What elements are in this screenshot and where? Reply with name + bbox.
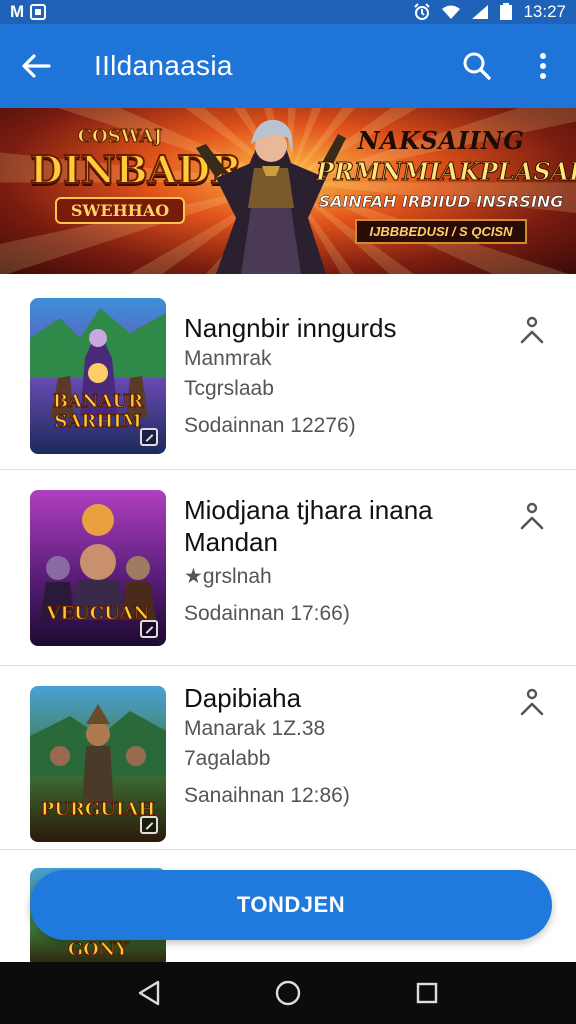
banner-line-2: PRMNMIAKPLASAI! <box>316 157 576 187</box>
system-nav-bar <box>0 962 576 1024</box>
list-item[interactable]: PURGUIAH Dapibiaha Manarak 1Z.38 7agalab… <box>0 666 576 850</box>
logo-main-text: DINBADRA <box>29 146 272 193</box>
nav-back-button[interactable] <box>119 963 179 1023</box>
item-title: Dapibiaha <box>184 683 302 713</box>
logo-top-text: COSWAJ <box>77 126 163 148</box>
list-item[interactable]: BANAUR SARHIM Nangnbir inngurds Manmrak … <box>0 274 576 470</box>
item-text: Miodjana tjhara inana Mandan ★grslnah So… <box>184 494 506 626</box>
game-thumbnail: PURGUIAH <box>30 686 166 842</box>
item-action-button[interactable] <box>516 500 548 540</box>
notification-icon <box>30 4 47 20</box>
nav-recents-icon <box>416 982 437 1004</box>
install-badge-icon <box>140 816 158 834</box>
arrow-left-icon <box>22 54 51 78</box>
game-thumbnail: VEUCUAN <box>30 490 166 646</box>
install-badge-icon <box>140 620 158 638</box>
nav-back-icon <box>139 980 160 1006</box>
app-actions <box>444 24 576 108</box>
thumbnail-title: GONY <box>67 939 129 960</box>
person-caret-icon <box>520 688 544 716</box>
item-subtitle: Manmrak <box>184 347 272 370</box>
search-icon <box>463 52 491 80</box>
search-button[interactable] <box>444 24 510 108</box>
status-left: M <box>10 2 47 22</box>
game-logo: COSWAJ DINBADRA SWEHHAO <box>29 126 272 256</box>
item-text: Nangnbir inngurds Manmrak Tcgrslaab Soda… <box>184 312 506 438</box>
status-time: 13:27 <box>523 2 566 21</box>
item-title: Miodjana tjhara inana <box>184 495 433 525</box>
banner-headline: NAKSAIING PRMNMIAKPLASAI! SAINFAH IRBIIU… <box>316 126 576 244</box>
app-title: IIldanaasia <box>94 50 233 81</box>
item-date: Sodainnan 12276) <box>184 414 356 437</box>
item-category: ★grslnah <box>184 565 272 588</box>
more-options-button[interactable] <box>510 24 576 108</box>
nav-home-button[interactable] <box>258 963 318 1023</box>
item-category: 7agalabb <box>184 747 271 770</box>
banner-line-3: SAINFAH IRBIIUD INSRSING <box>318 192 564 212</box>
back-button[interactable] <box>0 24 72 108</box>
list-item[interactable]: VEUCUAN Miodjana tjhara inana Mandan ★gr… <box>0 470 576 666</box>
thumbnail-title: BANAUR SARHIM <box>52 391 144 432</box>
status-left-text: M <box>10 2 25 21</box>
status-bar: M 13:27 <box>0 0 576 24</box>
status-right: 13:27 <box>413 2 566 22</box>
install-badge-icon <box>140 428 158 446</box>
signal-icon <box>472 5 489 19</box>
item-category: Tcgrslaab <box>184 377 274 400</box>
app-bar: IIldanaasia <box>0 24 576 108</box>
item-date: Sanaihnan 12:86) <box>184 784 350 807</box>
battery-icon <box>500 3 513 20</box>
game-thumbnail: BANAUR SARHIM <box>30 298 166 454</box>
item-title: Nangnbir inngurds <box>184 313 397 343</box>
game-list: BANAUR SARHIM Nangnbir inngurds Manmrak … <box>0 274 576 970</box>
nav-recents-button[interactable] <box>397 963 457 1023</box>
item-action-button[interactable] <box>516 686 548 726</box>
item-subtitle: Mandan <box>184 527 278 557</box>
item-date: Sodainnan 17:66) <box>184 602 350 625</box>
banner-line-4: IJBBBEDUSI / S QCISN <box>355 219 527 244</box>
alarm-icon <box>414 3 431 20</box>
more-vert-icon <box>540 53 546 79</box>
banner-line-1: NAKSAIING <box>357 126 525 155</box>
person-caret-icon <box>520 316 544 344</box>
nav-home-icon <box>275 980 301 1006</box>
item-text: Dapibiaha Manarak 1Z.38 7agalabb Sanaihn… <box>184 682 506 808</box>
promo-banner[interactable]: COSWAJ DINBADRA SWEHHAO NAKSAIING PRMNMI… <box>0 108 576 274</box>
item-action-button[interactable] <box>516 314 548 354</box>
person-caret-icon <box>520 502 544 530</box>
logo-sub-text: SWEHHAO <box>54 197 186 224</box>
item-subtitle: Manarak 1Z.38 <box>184 717 326 740</box>
primary-action-button[interactable]: TONDJEN <box>30 870 552 940</box>
wifi-icon <box>442 5 461 19</box>
